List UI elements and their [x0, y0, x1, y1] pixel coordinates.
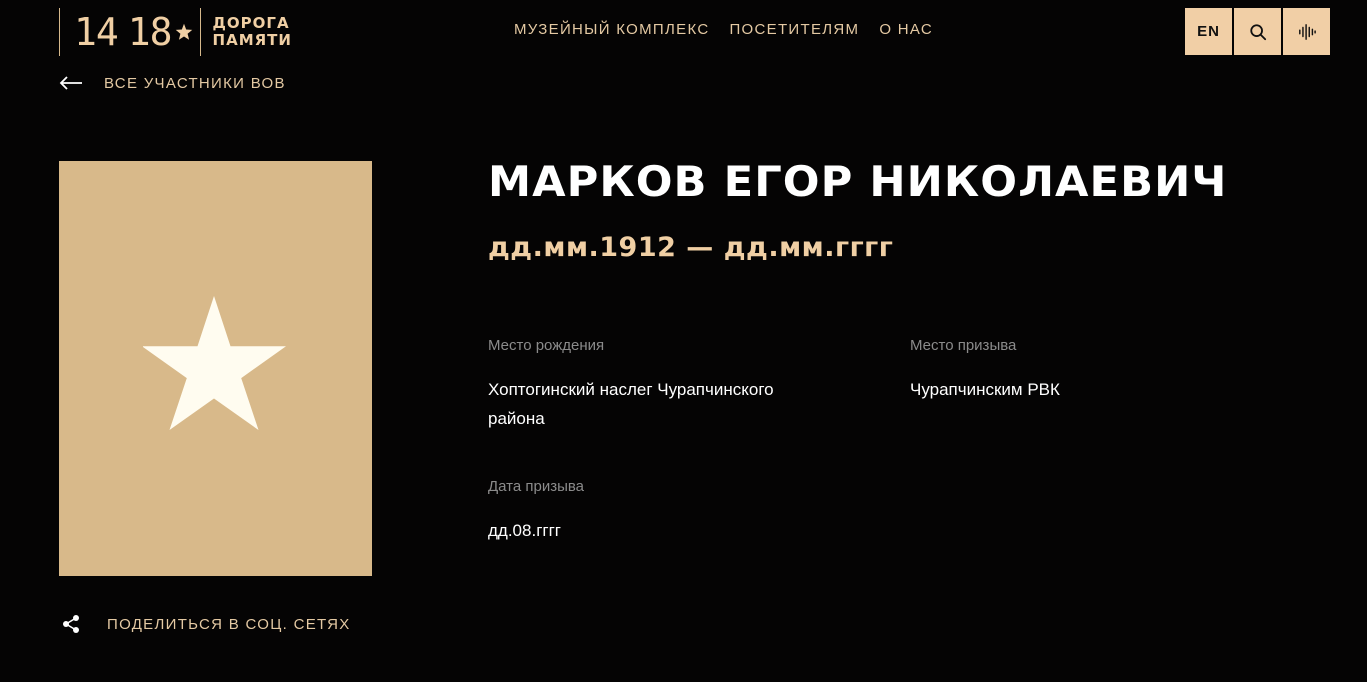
logo-text-line1: ДОРОГА	[212, 14, 290, 32]
person-name: МАРКОВ ЕГОР НИКОЛАЕВИЧ	[488, 157, 1228, 206]
logo-number-left: 14	[74, 10, 119, 54]
draft-place-label: Место призыва	[910, 337, 1017, 354]
logo-divider	[199, 8, 201, 56]
arrow-left-icon	[59, 76, 82, 90]
portrait-placeholder	[59, 161, 372, 576]
star-icon	[142, 295, 286, 430]
search-button[interactable]	[1234, 8, 1281, 55]
birth-place-value-line1: Хоптогинский наслег Чурапчинского	[488, 380, 774, 399]
logo-number-right: 18	[127, 10, 173, 54]
nav-item-visitors[interactable]: ПОСЕТИТЕЛЯМ	[729, 21, 859, 38]
header-actions: EN	[1185, 8, 1330, 55]
language-button[interactable]: EN	[1185, 8, 1232, 55]
draft-date-value: дд.08.гггг	[488, 521, 561, 540]
back-link-label: ВСЕ УЧАСТНИКИ ВОВ	[104, 74, 286, 92]
birth-place-value: Хоптогинский наслег Чурапчинского района	[488, 375, 774, 433]
back-link[interactable]: ВСЕ УЧАСТНИКИ ВОВ	[59, 70, 286, 96]
birth-place-label: Место рождения	[488, 337, 605, 354]
main-nav: МУЗЕЙНЫЙ КОМПЛЕКС ПОСЕТИТЕЛЯМ О НАС	[514, 21, 933, 38]
audio-wave-icon	[1298, 23, 1316, 40]
logo-star-icon	[175, 23, 192, 40]
logo-text-line2: ПАМЯТИ	[212, 31, 292, 49]
share-icon	[63, 615, 79, 633]
birth-place-value-line2: района	[488, 409, 545, 428]
nav-item-about[interactable]: О НАС	[879, 21, 933, 38]
share-link-label: ПОДЕЛИТЬСЯ В СОЦ. СЕТЯХ	[107, 615, 351, 633]
language-label: EN	[1197, 23, 1220, 40]
search-icon	[1249, 23, 1266, 40]
person-dates: дд.мм.1912 — дд.мм.гггг	[488, 232, 894, 263]
share-link[interactable]: ПОДЕЛИТЬСЯ В СОЦ. СЕТЯХ	[59, 611, 351, 637]
audio-button[interactable]	[1283, 8, 1330, 55]
draft-date-label: Дата призыва	[488, 478, 585, 495]
logo-text: ДОРОГА ПАМЯТИ	[213, 15, 292, 49]
nav-item-museum-complex[interactable]: МУЗЕЙНЫЙ КОМПЛЕКС	[514, 21, 709, 38]
site-logo[interactable]: 14 18 ДОРОГА ПАМЯТИ	[59, 8, 292, 56]
draft-place-value: Чурапчинским РВК	[910, 380, 1060, 399]
